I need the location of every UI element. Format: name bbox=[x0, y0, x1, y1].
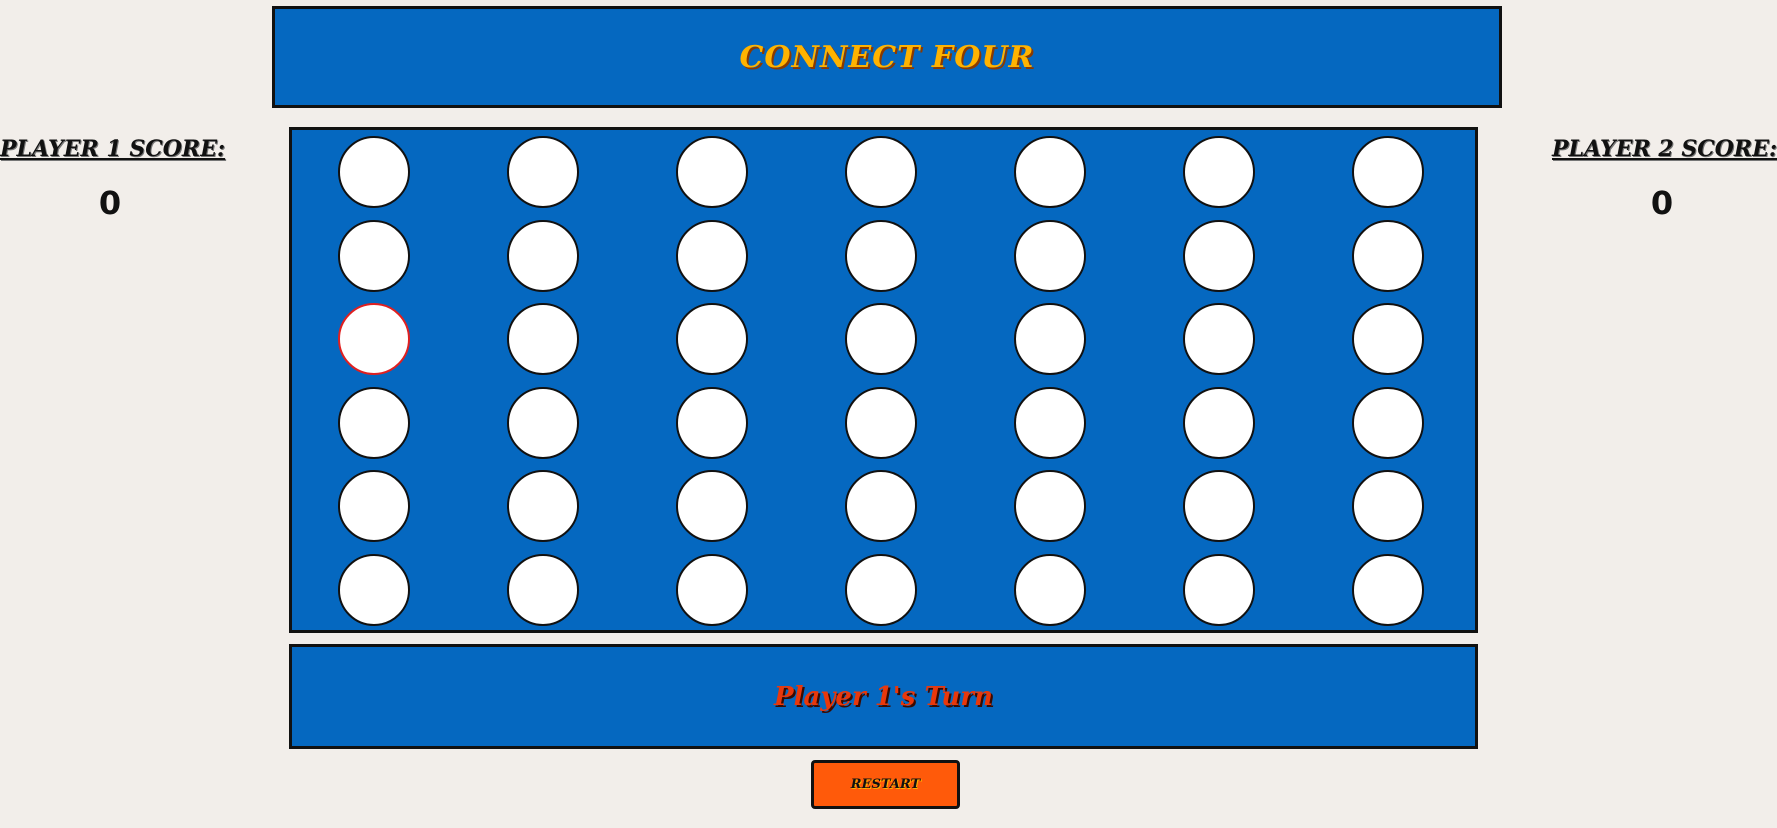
board-slot-r2-c5[interactable] bbox=[1014, 219, 1086, 292]
board-slot-r3-c2[interactable] bbox=[507, 303, 579, 375]
board-slot-r5-c1[interactable] bbox=[338, 470, 410, 542]
board-slot-r6-c5[interactable] bbox=[1014, 553, 1086, 626]
title-bar: CONNECT FOUR bbox=[272, 6, 1502, 108]
board-slot-r2-c6[interactable] bbox=[1183, 219, 1255, 292]
player-1-score-panel: PLAYER 1 SCORE: 0 bbox=[0, 136, 226, 222]
player-2-score-value: 0 bbox=[1650, 184, 1674, 222]
board-slot-r1-c5[interactable] bbox=[1014, 136, 1086, 208]
board-slot-r1-c4[interactable] bbox=[845, 136, 917, 208]
status-bar: Player 1's Turn bbox=[289, 644, 1478, 749]
board-slot-r5-c4[interactable] bbox=[845, 470, 917, 542]
restart-label: RESTART bbox=[850, 777, 921, 792]
board-slot-r6-c4[interactable] bbox=[845, 553, 917, 626]
board-slot-r2-c2[interactable] bbox=[507, 219, 579, 292]
board-slot-r6-c7[interactable] bbox=[1352, 553, 1424, 626]
board-slot-r1-c6[interactable] bbox=[1183, 136, 1255, 208]
board-slot-r3-c7[interactable] bbox=[1352, 303, 1424, 375]
player-1-score-label: PLAYER 1 SCORE: bbox=[0, 136, 226, 162]
board-slot-r1-c7[interactable] bbox=[1352, 136, 1424, 208]
restart-button[interactable]: RESTART bbox=[811, 760, 960, 809]
board-slot-r3-c4[interactable] bbox=[845, 303, 917, 375]
board-slot-r5-c5[interactable] bbox=[1014, 470, 1086, 542]
board-slot-r3-c3[interactable] bbox=[676, 303, 748, 375]
board-slot-r5-c3[interactable] bbox=[676, 470, 748, 542]
board-slot-r6-c1[interactable] bbox=[338, 553, 410, 626]
board-slot-r4-c7[interactable] bbox=[1352, 386, 1424, 459]
player-2-score-panel: PLAYER 2 SCORE: 0 bbox=[1552, 136, 1777, 222]
board-slot-r3-c5[interactable] bbox=[1014, 303, 1086, 375]
board-slot-r3-c6[interactable] bbox=[1183, 303, 1255, 375]
board-slot-r5-c6[interactable] bbox=[1183, 470, 1255, 542]
game-board bbox=[289, 127, 1478, 633]
board-slot-r2-c3[interactable] bbox=[676, 219, 748, 292]
board-slot-r6-c3[interactable] bbox=[676, 553, 748, 626]
board-slot-r4-c5[interactable] bbox=[1014, 386, 1086, 459]
board-slot-r4-c2[interactable] bbox=[507, 386, 579, 459]
board-slot-r6-c6[interactable] bbox=[1183, 553, 1255, 626]
board-slot-r5-c2[interactable] bbox=[507, 470, 579, 542]
board-slot-r2-c1[interactable] bbox=[338, 219, 410, 292]
player-2-score-label: PLAYER 2 SCORE: bbox=[1552, 136, 1777, 162]
turn-status: Player 1's Turn bbox=[774, 681, 993, 712]
game-title: CONNECT FOUR bbox=[739, 39, 1035, 75]
board-slot-r1-c3[interactable] bbox=[676, 136, 748, 208]
board-slot-r4-c4[interactable] bbox=[845, 386, 917, 459]
board-slot-r3-c1[interactable] bbox=[338, 303, 410, 375]
board-slot-r1-c2[interactable] bbox=[507, 136, 579, 208]
board-slot-r5-c7[interactable] bbox=[1352, 470, 1424, 542]
player-1-score-value: 0 bbox=[98, 184, 122, 222]
board-slot-r2-c4[interactable] bbox=[845, 219, 917, 292]
board-slot-r4-c3[interactable] bbox=[676, 386, 748, 459]
board-slot-r4-c6[interactable] bbox=[1183, 386, 1255, 459]
board-slot-r4-c1[interactable] bbox=[338, 386, 410, 459]
board-slot-r1-c1[interactable] bbox=[338, 136, 410, 208]
connect-four-page: CONNECT FOUR PLAYER 1 SCORE: 0 PLAYER 2 … bbox=[0, 0, 1777, 828]
board-slot-r2-c7[interactable] bbox=[1352, 219, 1424, 292]
board-slot-r6-c2[interactable] bbox=[507, 553, 579, 626]
